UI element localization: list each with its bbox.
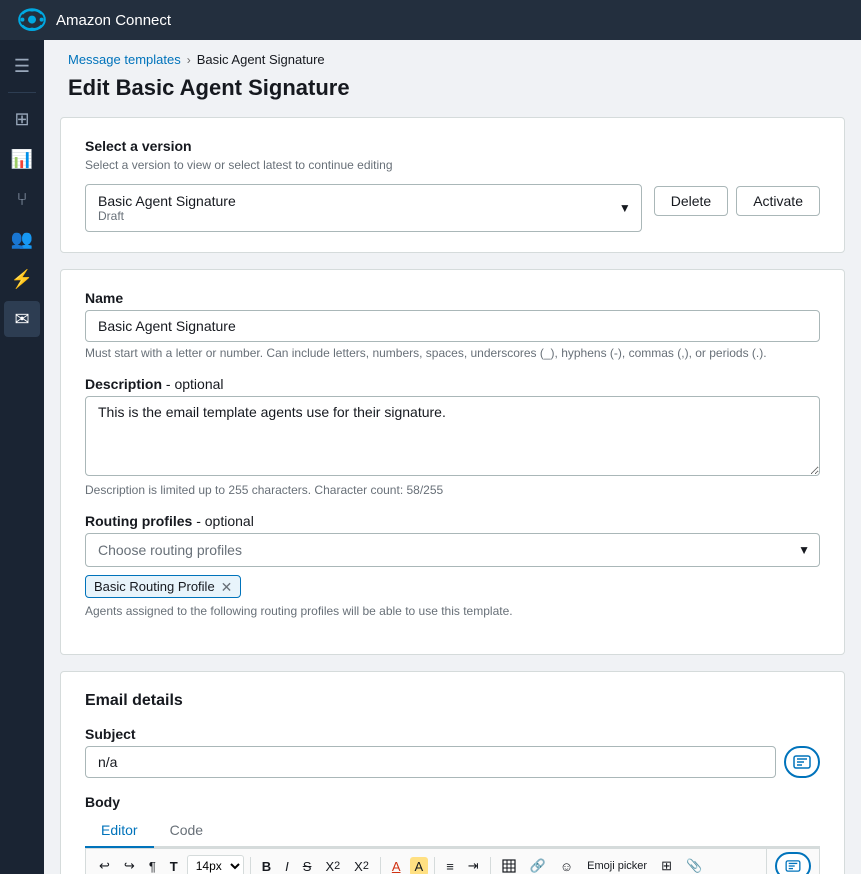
redo-button[interactable]: ↪ (119, 855, 140, 874)
paragraph-button[interactable]: ¶ (144, 856, 161, 874)
subject-row (85, 746, 820, 778)
toolbar-container: ↩ ↪ ¶ T 14px 12px 16px 18px B I S (85, 848, 820, 874)
toolbar-sep-1 (250, 857, 251, 874)
routing-dropdown-wrap: Choose routing profiles ▼ (85, 533, 820, 567)
attr-icon (793, 755, 811, 769)
emoji-picker-label[interactable]: Emoji picker (582, 857, 652, 874)
sidebar-item-routing[interactable]: ⑂ (4, 181, 40, 217)
body-field: Body Editor Code ↩ ↪ ¶ T 14px 12px (85, 794, 820, 874)
editor-toolbar: ↩ ↪ ¶ T 14px 12px 16px 18px B I S (85, 848, 767, 874)
email-details-title: Email details (85, 692, 820, 710)
sidebar-item-menu[interactable]: ☰ (4, 48, 40, 84)
routing-tag-close[interactable]: ✕ (221, 580, 233, 594)
delete-button[interactable]: Delete (654, 186, 728, 216)
routing-tag-wrap: Basic Routing Profile ✕ (85, 567, 820, 598)
version-dropdown-wrap: Basic Agent Signature Draft ▼ (85, 184, 642, 232)
description-field: Description - optional This is the email… (85, 376, 820, 497)
strikethrough-button[interactable]: S (298, 856, 317, 874)
name-label: Name (85, 290, 820, 306)
insert-table-button[interactable] (497, 856, 521, 874)
version-dropdown-box[interactable]: Basic Agent Signature Draft ▼ (85, 184, 642, 232)
version-dropdown-sublabel: Draft (98, 209, 609, 223)
page-title: Edit Basic Agent Signature (44, 75, 861, 117)
link-button[interactable]: 🔗 (525, 855, 551, 874)
bold-button[interactable]: B (257, 856, 276, 874)
activate-button[interactable]: Activate (736, 186, 820, 216)
breadcrumb-current: Basic Agent Signature (197, 52, 325, 67)
table-icon (502, 859, 516, 873)
subject-field: Subject (85, 726, 820, 778)
superscript-button[interactable]: X2 (320, 856, 345, 874)
body-attr-icon (785, 860, 801, 872)
top-nav: Amazon Connect (0, 0, 861, 40)
routing-field: Routing profiles - optional Choose routi… (85, 513, 820, 618)
sidebar: ☰ ⊞ 📊 ⑂ 👥 ⚡ ✉ (0, 40, 44, 874)
logo-svg (16, 6, 48, 34)
app-logo: Amazon Connect (16, 6, 171, 34)
tab-code[interactable]: Code (154, 814, 219, 848)
body-label: Body (85, 794, 820, 810)
sidebar-divider-1 (8, 92, 36, 93)
name-field: Name Must start with a letter or number.… (85, 290, 820, 360)
app-title: Amazon Connect (56, 12, 171, 29)
description-label: Description - optional (85, 376, 820, 392)
main-content: Message templates › Basic Agent Signatur… (44, 40, 861, 874)
indent-button[interactable]: ⇥ (463, 855, 484, 874)
font-color-button[interactable]: A (387, 856, 406, 874)
emoji-button[interactable]: ☺ (555, 856, 578, 874)
toolbar-right (767, 848, 820, 874)
name-hint: Must start with a letter or number. Can … (85, 346, 820, 360)
breadcrumb: Message templates › Basic Agent Signatur… (44, 40, 861, 75)
routing-dropdown[interactable]: Choose routing profiles (85, 533, 820, 567)
routing-tag-chip: Basic Routing Profile ✕ (85, 575, 241, 598)
subject-attr-button[interactable] (784, 746, 820, 778)
toolbar-sep-2 (380, 857, 381, 874)
routing-agents-note: Agents assigned to the following routing… (85, 604, 820, 618)
routing-tag-label: Basic Routing Profile (94, 579, 215, 594)
subject-label: Subject (85, 726, 820, 742)
main-layout: ☰ ⊞ 📊 ⑂ 👥 ⚡ ✉ Message templates › Basic … (0, 40, 861, 874)
description-hint: Description is limited up to 255 charact… (85, 483, 820, 497)
email-details-card: Email details Subject (60, 671, 845, 874)
toolbar-sep-4 (490, 857, 491, 874)
body-attr-button[interactable] (775, 852, 811, 874)
routing-label: Routing profiles - optional (85, 513, 820, 529)
subscript-button[interactable]: X2 (349, 856, 374, 874)
sidebar-item-agent[interactable]: ⚡ (4, 261, 40, 297)
highlight-button[interactable]: A (410, 857, 429, 874)
subject-input[interactable] (85, 746, 776, 778)
form-card: Name Must start with a letter or number.… (60, 269, 845, 655)
sidebar-item-dashboard[interactable]: ⊞ (4, 101, 40, 137)
sidebar-item-users[interactable]: 👥 (4, 221, 40, 257)
breadcrumb-parent-link[interactable]: Message templates (68, 52, 181, 67)
version-row: Basic Agent Signature Draft ▼ Delete Act… (85, 184, 820, 232)
text-button[interactable]: T (165, 856, 183, 874)
version-dropdown-chevron: ▼ (619, 201, 631, 215)
attachment-button[interactable]: 📎 (681, 855, 707, 874)
editor-tabs: Editor Code (85, 814, 820, 848)
version-section-title: Select a version (85, 138, 820, 154)
font-size-select[interactable]: 14px 12px 16px 18px (187, 855, 244, 874)
undo-button[interactable]: ↩ (94, 855, 115, 874)
description-textarea[interactable]: This is the email template agents use fo… (85, 396, 820, 476)
version-section-subtitle: Select a version to view or select lates… (85, 158, 820, 172)
sidebar-item-analytics[interactable]: 📊 (4, 141, 40, 177)
name-input[interactable] (85, 310, 820, 342)
version-actions: Delete Activate (654, 184, 820, 216)
version-card: Select a version Select a version to vie… (60, 117, 845, 253)
toolbar-sep-3 (434, 857, 435, 874)
italic-button[interactable]: I (280, 856, 294, 874)
breadcrumb-separator: › (187, 53, 191, 67)
version-dropdown-label: Basic Agent Signature (98, 193, 609, 209)
align-button[interactable]: ≡ (441, 856, 459, 874)
tab-editor[interactable]: Editor (85, 814, 154, 848)
sidebar-item-templates[interactable]: ✉ (4, 301, 40, 337)
grid-button[interactable]: ⊞ (656, 855, 677, 874)
